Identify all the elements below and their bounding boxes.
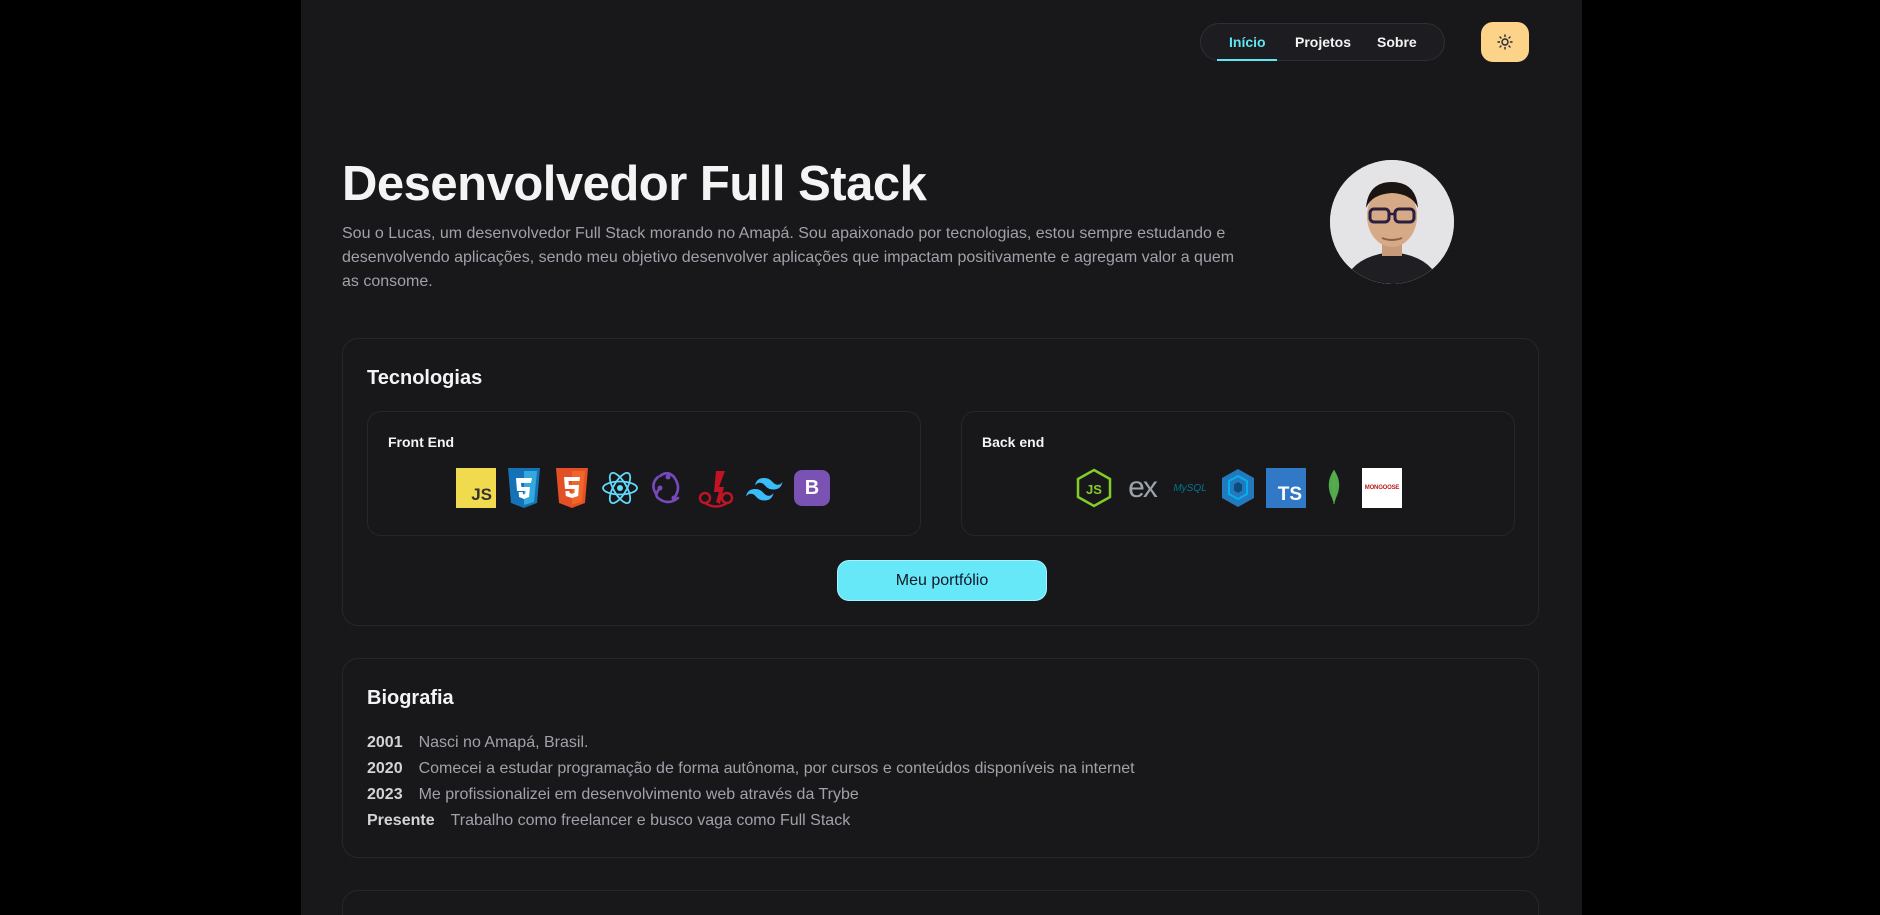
mongoose-label: MONGOOSE bbox=[1364, 485, 1400, 491]
express-label: ex bbox=[1128, 471, 1158, 504]
html5-icon bbox=[552, 468, 592, 508]
front-end-card: Front End JS B bbox=[367, 411, 921, 536]
bio-year: Presente bbox=[367, 812, 435, 829]
nav-item-inicio[interactable]: Início bbox=[1229, 24, 1266, 60]
bio-text: Comecei a estudar programação de forma a… bbox=[418, 760, 1135, 777]
bio-text: Me profissionalizei em desenvolvimento w… bbox=[418, 786, 859, 803]
page: Início Projetos Sobre Desenvolvedor Full… bbox=[301, 0, 1582, 915]
tailwind-icon bbox=[744, 468, 784, 508]
css3-icon bbox=[504, 468, 544, 508]
technologies-title: Tecnologias bbox=[367, 367, 483, 389]
javascript-icon: JS bbox=[456, 468, 496, 508]
theme-toggle-button[interactable] bbox=[1481, 22, 1529, 62]
portfolio-button[interactable]: Meu portfólio bbox=[837, 560, 1047, 601]
express-icon: ex bbox=[1122, 468, 1162, 508]
technologies-card: Tecnologias Front End JS B Back end JS e… bbox=[342, 338, 1539, 626]
biography-card: Biografia 2001 Nasci no Amapá, Brasil. 20… bbox=[342, 658, 1539, 858]
bio-entry: 2023 Me profissionalizei em desenvolvimen… bbox=[367, 786, 859, 804]
biography-title: Biografia bbox=[367, 687, 454, 709]
sequelize-icon bbox=[1218, 468, 1258, 508]
mongoose-icon: MONGOOSE bbox=[1362, 468, 1402, 508]
profile-photo bbox=[1330, 160, 1454, 284]
front-end-icons: JS B bbox=[368, 468, 920, 508]
front-end-title: Front End bbox=[388, 434, 455, 450]
bio-text: Trabalho como freelancer e busco vaga co… bbox=[450, 812, 851, 829]
ts-label: TS bbox=[1277, 484, 1302, 505]
react-icon bbox=[600, 468, 640, 508]
main-nav: Início Projetos Sobre bbox=[1200, 23, 1445, 61]
bio-year: 2020 bbox=[367, 760, 403, 777]
redux-icon bbox=[648, 468, 688, 508]
bio-text: Nasci no Amapá, Brasil. bbox=[418, 734, 589, 751]
mongodb-icon bbox=[1314, 468, 1354, 508]
bootstrap-icon: B bbox=[792, 468, 832, 508]
back-end-title: Back end bbox=[982, 434, 1045, 450]
js-label: JS bbox=[471, 485, 492, 504]
typescript-icon: TS bbox=[1266, 468, 1306, 508]
bio-entry: Presente Trabalho como freelancer e busco… bbox=[367, 812, 850, 830]
avatar bbox=[1330, 160, 1454, 284]
mysql-label: MySQL bbox=[1173, 482, 1207, 494]
nav-item-projetos[interactable]: Projetos bbox=[1295, 24, 1351, 60]
bootstrap-badge: B bbox=[794, 470, 830, 506]
back-end-icons: JS ex MySQL TS MONGOOSE bbox=[962, 468, 1514, 508]
nav-item-sobre[interactable]: Sobre bbox=[1377, 24, 1417, 60]
bootstrap-label: B bbox=[804, 476, 820, 499]
jest-icon bbox=[696, 468, 736, 508]
back-end-card: Back end JS ex MySQL TS MONGOOSE bbox=[961, 411, 1515, 536]
hero-title: Desenvolvedor Full Stack bbox=[342, 157, 927, 211]
sun-icon bbox=[1497, 34, 1513, 50]
mysql-icon: MySQL bbox=[1170, 468, 1210, 508]
next-section-card bbox=[342, 890, 1539, 915]
svg-text:JS: JS bbox=[1086, 482, 1102, 497]
nav-active-indicator bbox=[1217, 59, 1277, 61]
bio-entry: 2001 Nasci no Amapá, Brasil. bbox=[367, 734, 588, 752]
bio-year: 2023 bbox=[367, 786, 403, 803]
nodejs-icon: JS bbox=[1074, 468, 1114, 508]
bio-entry: 2020 Comecei a estudar programação de for… bbox=[367, 760, 1135, 778]
hero-description: Sou o Lucas, um desenvolvedor Full Stack… bbox=[342, 225, 1235, 290]
bio-year: 2001 bbox=[367, 734, 403, 751]
